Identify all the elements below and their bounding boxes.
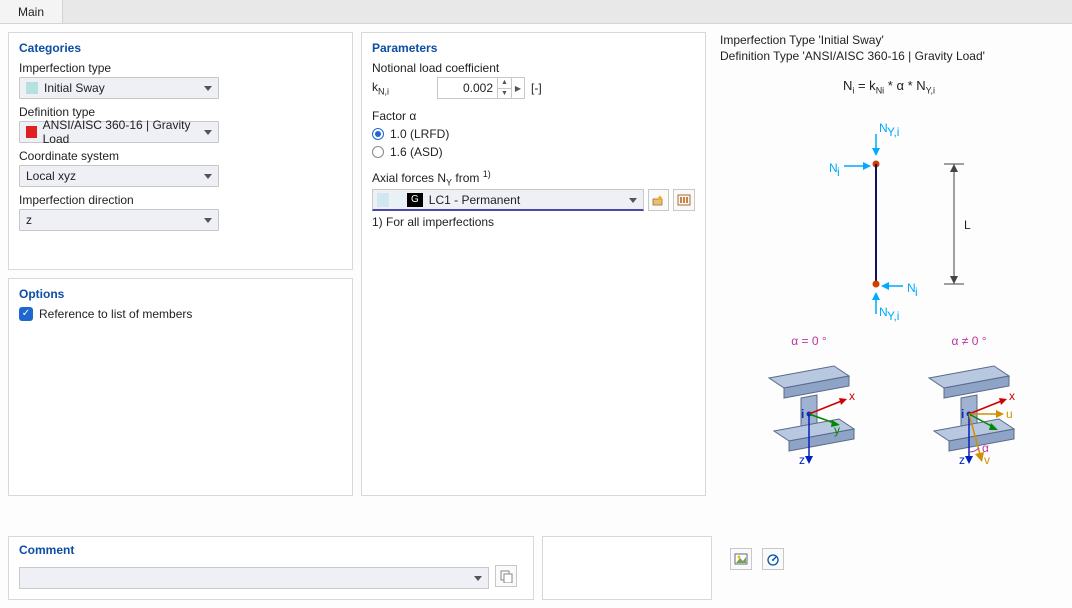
axial-forces-value: LC1 - Permanent [429, 193, 520, 207]
comment-panel: Comment [8, 536, 534, 600]
options-title: Options [19, 287, 342, 301]
copy-icon [499, 569, 513, 583]
axial-forces-select[interactable]: G LC1 - Permanent [372, 189, 644, 211]
options-panel: Options ✓ Reference to list of members [8, 278, 353, 496]
parameters-panel: Parameters Notional load coefficient kN,… [361, 32, 706, 496]
spin-up-icon[interactable]: ▲ [498, 78, 511, 89]
swatch-icon [392, 193, 404, 207]
coordinate-system-select[interactable]: Local xyz [19, 165, 219, 187]
image-icon [734, 552, 748, 566]
svg-text:x: x [1009, 389, 1015, 403]
extra-panel [542, 536, 712, 600]
svg-text:x: x [849, 389, 855, 403]
k-spinner[interactable]: ▲▼ [497, 77, 511, 99]
swatch-icon [26, 126, 37, 138]
reference-label: Reference to list of members [39, 307, 192, 321]
comment-select[interactable] [19, 567, 489, 589]
info-line1: Imperfection Type 'Initial Sway' [720, 32, 1058, 48]
gauge-icon [766, 552, 780, 566]
factor-radio-lrfd[interactable] [372, 128, 384, 140]
imperfection-type-select[interactable]: Initial Sway [19, 77, 219, 99]
section-diagram-alpha0: α = 0 ° i x y z [749, 334, 869, 471]
categories-panel: Categories Imperfection type Initial Swa… [8, 32, 353, 270]
imperfection-direction-select[interactable]: z [19, 209, 219, 231]
axial-label: Axial forces NY from 1) [372, 169, 695, 187]
svg-text:v: v [984, 453, 990, 467]
categories-title: Categories [19, 41, 342, 55]
new-loadcase-button[interactable] [648, 189, 670, 211]
svg-text:y: y [834, 423, 840, 437]
library-button[interactable] [673, 189, 695, 211]
imperfection-direction-value: z [26, 213, 32, 227]
info-panel: Imperfection Type 'Initial Sway' Definit… [714, 32, 1064, 528]
section-diagram-alphanz: α ≠ 0 ° i x u z v [909, 334, 1029, 471]
comment-title: Comment [19, 543, 523, 557]
factor-label: Factor α [372, 109, 695, 123]
factor-lrfd-label: 1.0 (LRFD) [390, 127, 449, 141]
image-settings-button[interactable] [730, 548, 752, 570]
svg-text:z: z [959, 453, 965, 467]
notional-label: Notional load coefficient [372, 61, 695, 75]
factor-radio-asd[interactable] [372, 146, 384, 158]
factor-asd-label: 1.6 (ASD) [390, 145, 443, 159]
member-diagram: NY,i Ni Ni [720, 114, 1058, 324]
definition-type-select[interactable]: ANSI/AISC 360-16 | Gravity Load [19, 121, 219, 143]
loadcase-badge: G [407, 193, 423, 207]
axial-footnote: 1) For all imperfections [372, 215, 695, 229]
coordinate-system-value: Local xyz [26, 169, 76, 183]
info-indicator-button[interactable] [762, 548, 784, 570]
copy-comment-button[interactable] [495, 565, 517, 587]
k-unit: [-] [531, 81, 542, 95]
imperfection-type-value: Initial Sway [44, 81, 105, 95]
svg-text:i: i [961, 407, 964, 421]
svg-text:i: i [915, 285, 918, 299]
coordinate-system-label: Coordinate system [19, 149, 342, 163]
k-value-input[interactable]: 0.002 [437, 77, 497, 99]
svg-text:u: u [1006, 407, 1013, 421]
spin-down-icon[interactable]: ▼ [498, 89, 511, 99]
imperfection-type-label: Imperfection type [19, 61, 342, 75]
k-symbol: kN,i [372, 80, 389, 96]
svg-text:z: z [799, 453, 805, 467]
svg-text:L: L [964, 218, 971, 232]
imperfection-direction-label: Imperfection direction [19, 193, 342, 207]
swatch-icon [377, 193, 389, 207]
parameters-title: Parameters [372, 41, 695, 55]
definition-type-value: ANSI/AISC 360-16 | Gravity Load [43, 118, 200, 146]
tab-main[interactable]: Main [0, 0, 63, 23]
reference-checkbox[interactable]: ✓ [19, 307, 33, 321]
svg-text:α: α [982, 441, 989, 455]
formula: Ni = kNi * α * NY,i [720, 78, 1058, 96]
info-line2: Definition Type 'ANSI/AISC 360-16 | Grav… [720, 48, 1058, 64]
svg-text:i: i [837, 165, 840, 179]
sparkle-new-icon [651, 193, 665, 207]
svg-text:i: i [801, 407, 804, 421]
swatch-icon [26, 82, 38, 94]
library-icon [677, 193, 691, 207]
svg-text:Y,i: Y,i [887, 125, 899, 139]
svg-text:Y,i: Y,i [887, 309, 899, 323]
k-reveal-button[interactable]: ▶ [511, 77, 525, 99]
definition-type-label: Definition type [19, 105, 342, 119]
